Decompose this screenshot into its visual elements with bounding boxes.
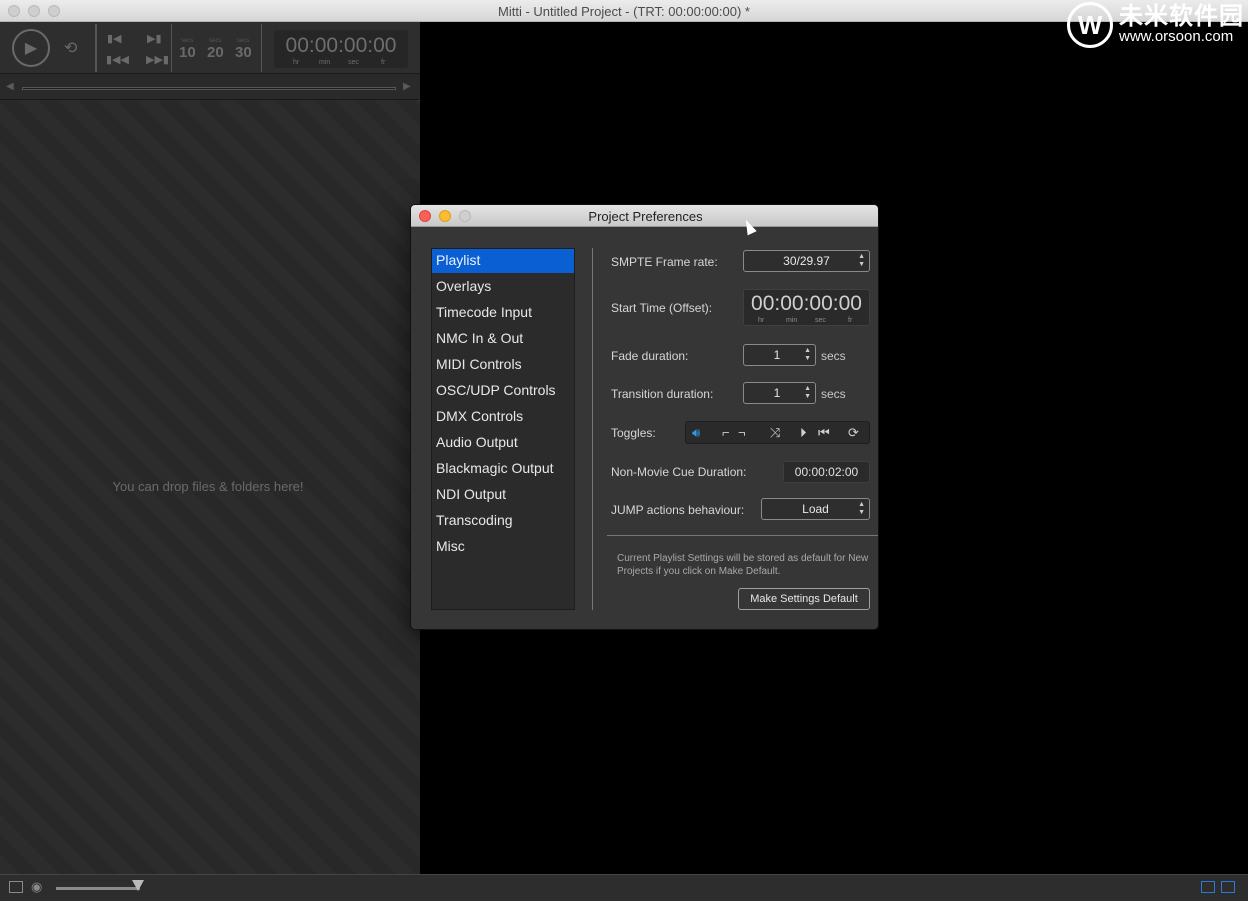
stepper-arrows-icon[interactable]: ▲ ▼	[804, 385, 811, 401]
layout-right-icon[interactable]	[1221, 881, 1235, 893]
jump-10-button[interactable]: 10	[179, 44, 196, 61]
zoom-slider-knob[interactable]	[132, 880, 144, 891]
start-time-label: Start Time (Offset):	[611, 301, 713, 315]
non-movie-cue-duration-field[interactable]: 00:00:02:00	[783, 461, 870, 483]
fade-in-icon[interactable]: ⌐	[722, 425, 730, 440]
nav-item-playlist[interactable]: Playlist	[432, 249, 574, 273]
bottom-toolbar: ◉	[0, 874, 1248, 901]
jump-behaviour-label: JUMP actions behaviour:	[611, 503, 745, 517]
layout-left-icon[interactable]	[1201, 881, 1215, 893]
fade-duration-label: Fade duration:	[611, 349, 689, 363]
transport-bar: ▶ ⟲ ▮◀ ▶▮ ▮◀◀ ▶▶▮ secs 10 secs 20 secs 3…	[0, 22, 420, 74]
speaker-icon[interactable]: 🔊︎	[692, 425, 700, 441]
transition-duration-label: Transition duration:	[611, 387, 714, 401]
nav-item-timecode-input[interactable]: Timecode Input	[432, 301, 574, 325]
make-settings-default-button[interactable]: Make Settings Default	[738, 588, 870, 610]
nav-item-dmx[interactable]: DMX Controls	[432, 405, 574, 429]
transition-unit: secs	[821, 387, 846, 401]
nav-item-blackmagic[interactable]: Blackmagic Output	[432, 457, 574, 481]
shuffle-icon[interactable]: ⤨	[770, 425, 780, 441]
popup-arrows-icon: ▲ ▼	[858, 501, 865, 516]
watermark: W 未米软件园 www.orsoon.com	[1067, 2, 1244, 48]
drop-hint: You can drop files & folders here!	[112, 479, 304, 494]
transition-duration-stepper[interactable]: 1 ▲ ▼	[743, 382, 816, 404]
nav-item-overlays[interactable]: Overlays	[432, 275, 574, 299]
rewind-icon[interactable]: ▮◀◀	[106, 53, 129, 66]
jump-behaviour-select[interactable]: Load ▲ ▼	[761, 498, 870, 520]
stepper-arrows-icon[interactable]: ▲ ▼	[804, 347, 811, 363]
dialog-title: Project Preferences	[588, 209, 703, 224]
project-preferences-dialog: Project Preferences Playlist Overlays Ti…	[410, 204, 879, 630]
scroll-left-icon[interactable]: ◀	[6, 81, 14, 92]
app-window: Mitti - Untitled Project - (TRT: 00:00:0…	[0, 0, 1248, 901]
scroll-right-icon[interactable]: ▶	[403, 81, 411, 92]
dialog-titlebar[interactable]: Project Preferences	[411, 205, 878, 227]
fit-screen-icon[interactable]	[9, 881, 23, 893]
skip-previous-icon[interactable]: ⏮	[818, 425, 830, 441]
watermark-url: www.orsoon.com	[1119, 28, 1234, 45]
toggles-label: Toggles:	[611, 426, 656, 440]
popup-arrows-icon: ▲ ▼	[858, 253, 865, 268]
divider	[592, 248, 593, 610]
default-settings-note: Current Playlist Settings will be stored…	[617, 553, 869, 577]
watermark-logo-icon: W	[1067, 2, 1113, 48]
nav-item-transcoding[interactable]: Transcoding	[432, 509, 574, 533]
smpte-label: SMPTE Frame rate:	[611, 255, 718, 269]
nav-item-ndi[interactable]: NDI Output	[432, 483, 574, 507]
nav-item-nmc[interactable]: NMC In & Out	[432, 327, 574, 351]
play-icon: ▶	[24, 40, 38, 57]
nav-item-misc[interactable]: Misc	[432, 535, 574, 559]
toggles-group: 🔊︎ ⌐ ¬ ⤨ ⏵ ⏮ ⟳	[685, 421, 870, 444]
preferences-category-list: Playlist Overlays Timecode Input NMC In …	[431, 248, 575, 610]
nav-item-midi[interactable]: MIDI Controls	[432, 353, 574, 377]
fade-duration-stepper[interactable]: 1 ▲ ▼	[743, 344, 816, 366]
start-time-field[interactable]: 00:00:00:00 hr min sec fr	[743, 289, 870, 326]
fade-out-icon[interactable]: ¬	[738, 425, 746, 440]
window-title: Mitti - Untitled Project - (TRT: 00:00:0…	[498, 4, 750, 19]
zoom-slider[interactable]	[56, 887, 140, 890]
scrub-track[interactable]	[22, 87, 396, 90]
nav-item-osc-udp[interactable]: OSC/UDP Controls	[432, 379, 574, 403]
smpte-frame-rate-select[interactable]: 30/29.97 ▲ ▼	[743, 250, 870, 272]
playlist-drop-area[interactable]: You can drop files & folders here!	[0, 101, 420, 874]
window-titlebar[interactable]: Mitti - Untitled Project - (TRT: 00:00:0…	[0, 0, 1248, 22]
skip-next-icon[interactable]: ⏵	[800, 425, 807, 441]
play-button[interactable]: ▶	[12, 29, 50, 67]
scrubber: ◀ ▶	[0, 74, 420, 100]
fade-unit: secs	[821, 349, 846, 363]
non-movie-cue-label: Non-Movie Cue Duration:	[611, 465, 747, 479]
next-cue-icon[interactable]: ▶▮	[147, 32, 162, 45]
jump-30-button[interactable]: 30	[235, 44, 252, 61]
loop-icon[interactable]: ⟳	[848, 425, 859, 441]
transport-timecode: 00:00:00:00 hr min sec fr	[274, 30, 408, 68]
nav-item-audio-output[interactable]: Audio Output	[432, 431, 574, 455]
jump-20-button[interactable]: 20	[207, 44, 224, 61]
watermark-cn-text: 未米软件园	[1119, 3, 1244, 30]
divider	[607, 535, 878, 536]
fast-forward-icon[interactable]: ▶▶▮	[146, 53, 169, 66]
previous-cue-icon[interactable]: ▮◀	[107, 32, 122, 45]
playlist-panel: ▶ ⟲ ▮◀ ▶▮ ▮◀◀ ▶▶▮ secs 10 secs 20 secs 3…	[0, 22, 420, 874]
eye-icon[interactable]: ◉	[31, 879, 42, 895]
loop-button[interactable]: ⟲	[64, 38, 77, 58]
